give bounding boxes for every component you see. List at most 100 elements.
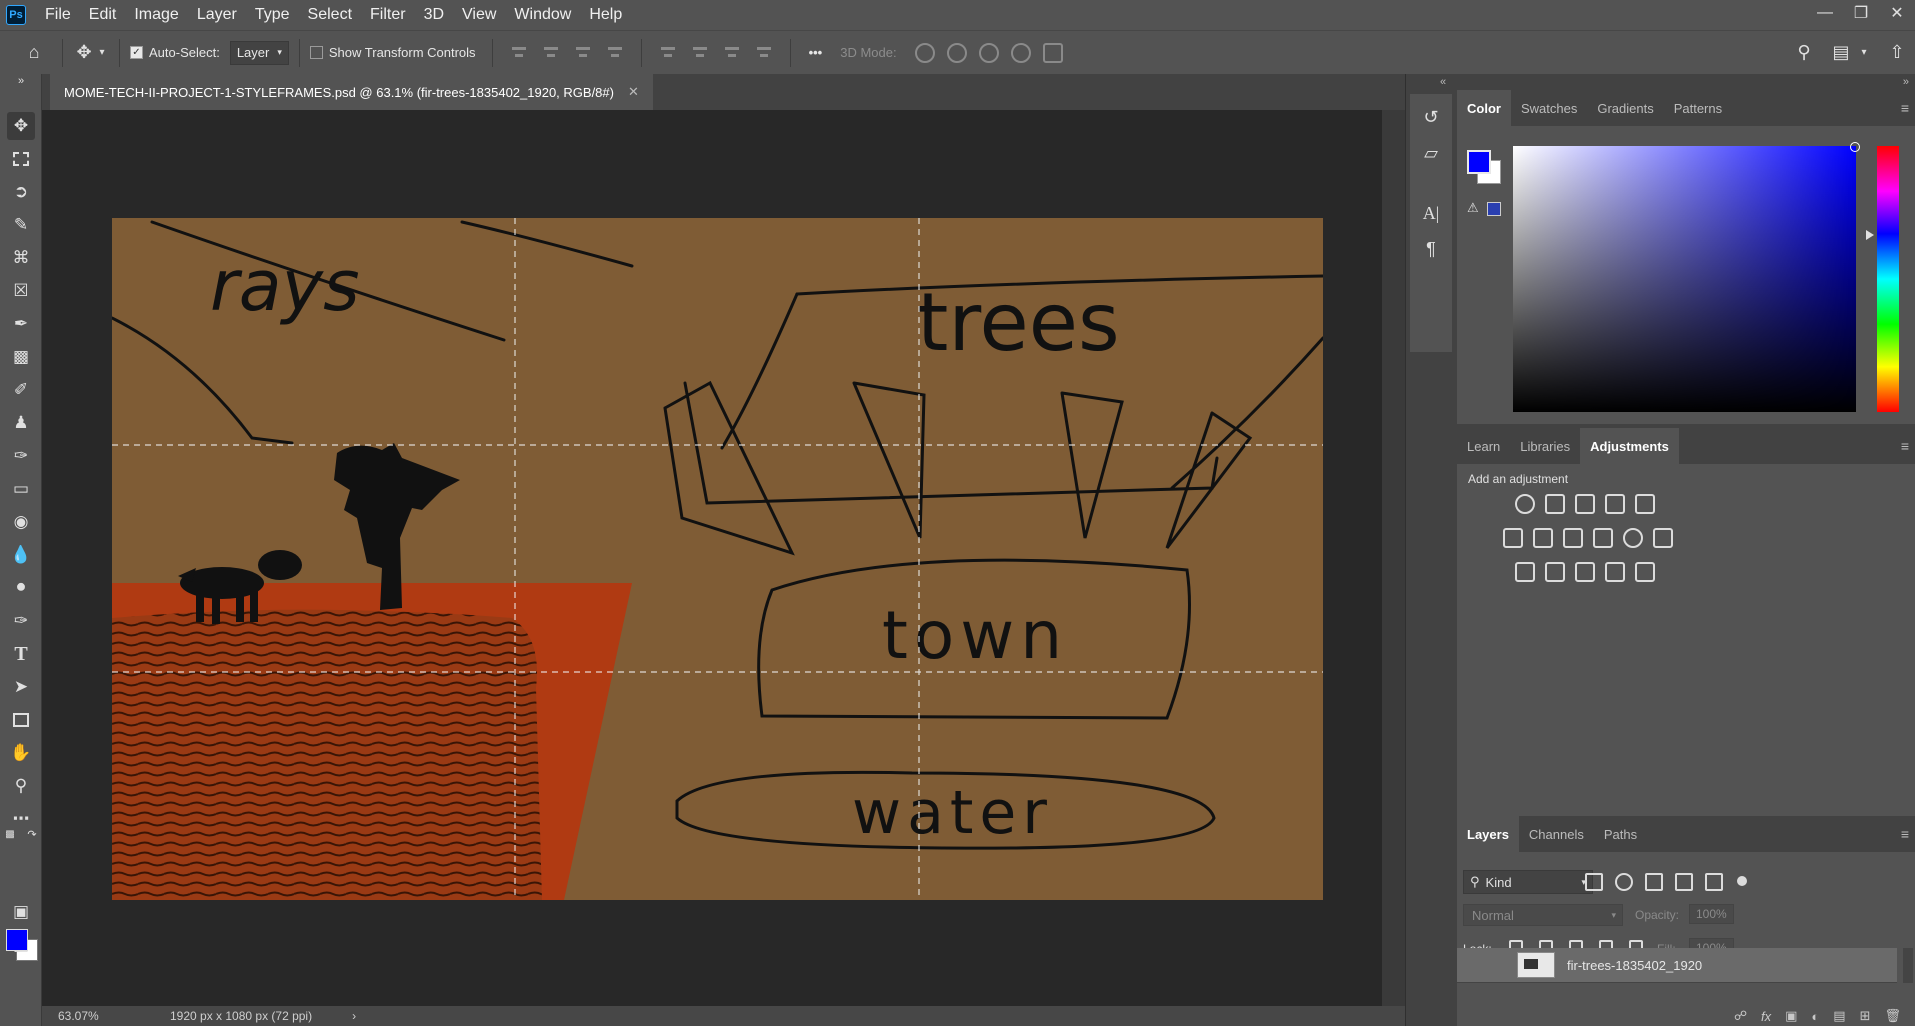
zoom-tool-icon[interactable]: ⚲	[7, 772, 35, 800]
frame-tool-icon[interactable]: ☒	[7, 277, 35, 305]
menu-select[interactable]: Select	[299, 0, 361, 30]
warning-icon[interactable]: ⚠	[1467, 200, 1479, 216]
menu-help[interactable]: Help	[580, 0, 631, 30]
menu-image[interactable]: Image	[125, 0, 187, 30]
curves-icon[interactable]	[1575, 494, 1595, 514]
3d-slide-icon[interactable]	[1010, 42, 1031, 63]
menu-layer[interactable]: Layer	[188, 0, 246, 30]
restore-icon[interactable]: ❐	[1843, 0, 1879, 26]
path-selection-tool-icon[interactable]: ➤	[7, 673, 35, 701]
align-top-icon[interactable]	[659, 44, 677, 62]
blur-tool-icon[interactable]: 💧	[7, 541, 35, 569]
hue-slider[interactable]	[1877, 146, 1899, 412]
marquee-tool-icon[interactable]	[7, 145, 35, 173]
tab-patterns[interactable]: Patterns	[1664, 90, 1732, 126]
move-tool-icon[interactable]: ✥	[7, 112, 35, 140]
quick-mask-icon[interactable]: ▣	[7, 898, 35, 926]
tab-learn[interactable]: Learn	[1457, 428, 1510, 464]
paragraph-panel-icon[interactable]: ¶	[1420, 238, 1442, 260]
zoom-level[interactable]: 63.07%	[42, 1009, 122, 1023]
layer-mask-icon[interactable]: ▣	[1785, 1008, 1797, 1024]
menu-view[interactable]: View	[453, 0, 505, 30]
link-layers-icon[interactable]: ☍	[1734, 1008, 1747, 1024]
tab-paths[interactable]: Paths	[1594, 816, 1647, 852]
tab-adjustments[interactable]: Adjustments	[1580, 428, 1679, 464]
quick-selection-tool-icon[interactable]: ✎	[7, 211, 35, 239]
dodge-tool-icon[interactable]: ⚫	[7, 574, 35, 602]
tab-color[interactable]: Color	[1457, 90, 1511, 126]
foreground-color-swatch[interactable]	[6, 929, 28, 951]
workspace-icon[interactable]: ▤	[1830, 42, 1852, 63]
collapse-panels-icon[interactable]: »	[1903, 76, 1909, 88]
3d-orbit-icon[interactable]	[914, 42, 935, 63]
lasso-tool-icon[interactable]: ➲	[7, 178, 35, 206]
show-transform-controls-checkbox[interactable]	[309, 46, 323, 59]
tab-channels[interactable]: Channels	[1519, 816, 1594, 852]
layers-scrollbar[interactable]	[1903, 948, 1913, 983]
panel-menu-icon[interactable]: ≡	[1901, 100, 1909, 116]
history-brush-tool-icon[interactable]: ✑	[7, 442, 35, 470]
align-vertical-center-icon[interactable]	[691, 44, 709, 62]
vibrance-icon[interactable]	[1635, 494, 1655, 514]
hue-slider-handle[interactable]	[1866, 230, 1874, 240]
filter-toggle-icon[interactable]	[1737, 876, 1747, 886]
visibility-toggle[interactable]	[1469, 957, 1485, 973]
selective-color-icon[interactable]	[1605, 562, 1625, 582]
opacity-input[interactable]: 100%	[1689, 904, 1734, 924]
invert-icon[interactable]	[1515, 562, 1535, 582]
align-bottom-icon[interactable]	[723, 44, 741, 62]
expand-panels-icon[interactable]: «	[1440, 76, 1446, 88]
filter-type-icon[interactable]	[1645, 873, 1663, 891]
photo-filter-icon[interactable]	[1593, 528, 1613, 548]
search-icon[interactable]: ⚲	[1792, 42, 1816, 63]
layer-style-icon[interactable]: fx	[1761, 1009, 1771, 1024]
chevron-down-icon[interactable]: ▾	[1858, 47, 1870, 58]
layer-row[interactable]: fir-trees-1835402_1920	[1457, 948, 1897, 983]
levels-icon[interactable]	[1545, 494, 1565, 514]
filter-pixel-icon[interactable]	[1585, 873, 1603, 891]
collapse-toolbar-icon[interactable]: »	[7, 74, 35, 88]
tab-gradients[interactable]: Gradients	[1587, 90, 1663, 126]
3d-roll-icon[interactable]	[946, 42, 967, 63]
more-options-button[interactable]: •••	[809, 45, 823, 60]
chevron-right-icon[interactable]: ›	[352, 1009, 356, 1023]
hand-tool-icon[interactable]: ✋	[7, 739, 35, 767]
move-tool-preset-icon[interactable]: ✥	[73, 42, 95, 63]
eyedropper-tool-icon[interactable]: ✒	[7, 310, 35, 338]
3d-camera-icon[interactable]	[1042, 42, 1063, 63]
crop-tool-icon[interactable]: ⌘	[7, 244, 35, 272]
brush-tool-icon[interactable]: ✐	[7, 376, 35, 404]
menu-window[interactable]: Window	[505, 0, 580, 30]
swap-colors-icon[interactable]: ↷	[24, 826, 40, 842]
rectangle-tool-icon[interactable]	[7, 706, 35, 734]
layer-name[interactable]: fir-trees-1835402_1920	[1567, 958, 1702, 973]
close-icon[interactable]: ✕	[628, 84, 639, 100]
exposure-icon[interactable]	[1605, 494, 1625, 514]
filter-adjustment-icon[interactable]	[1615, 873, 1633, 891]
menu-type[interactable]: Type	[246, 0, 299, 30]
blend-mode-dropdown[interactable]: Normal ▾	[1463, 904, 1623, 926]
new-group-icon[interactable]: ▤	[1833, 1008, 1845, 1024]
paint-bucket-tool-icon[interactable]: ◉	[7, 508, 35, 536]
vertical-scrollbar[interactable]	[1382, 110, 1405, 1006]
threshold-icon[interactable]	[1575, 562, 1595, 582]
distribute-horizontal-icon[interactable]	[606, 44, 624, 62]
history-panel-icon[interactable]: ↺	[1420, 106, 1442, 128]
filter-smart-object-icon[interactable]	[1705, 873, 1723, 891]
color-foreground-swatch[interactable]	[1467, 150, 1491, 174]
minimize-icon[interactable]: —	[1807, 0, 1843, 26]
auto-select-checkbox[interactable]: ✓	[130, 46, 143, 59]
menu-filter[interactable]: Filter	[361, 0, 415, 30]
chevron-down-icon[interactable]: ▾	[95, 47, 109, 58]
color-picker-handle[interactable]	[1850, 142, 1860, 152]
distribute-vertical-icon[interactable]	[755, 44, 773, 62]
align-right-icon[interactable]	[574, 44, 592, 62]
share-icon[interactable]: ⇧	[1886, 42, 1908, 63]
align-left-icon[interactable]	[510, 44, 528, 62]
color-balance-icon[interactable]	[1533, 528, 1553, 548]
align-horizontal-center-icon[interactable]	[542, 44, 560, 62]
channel-mixer-icon[interactable]	[1623, 528, 1643, 548]
web-safe-swatch[interactable]	[1487, 202, 1501, 216]
gradient-map-icon[interactable]	[1635, 562, 1655, 582]
document-canvas[interactable]: rays trees town water	[112, 218, 1323, 900]
